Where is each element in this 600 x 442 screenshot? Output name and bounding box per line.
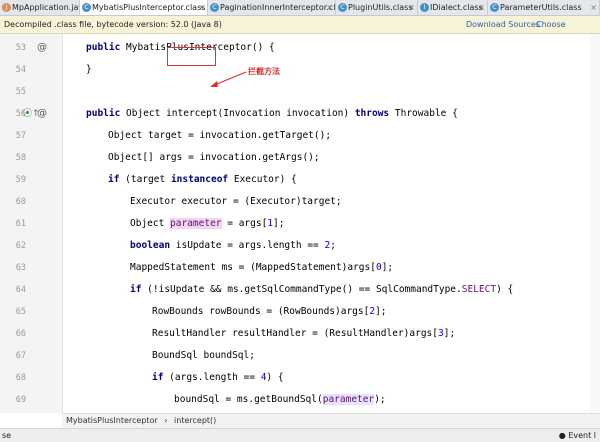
status-left-text: se [2,431,12,440]
intercept-annotation-label: 拦截方法 [248,67,280,76]
event-log-label: Event l [568,431,596,440]
status-bar: se ● Event l [0,428,600,442]
breadcrumb-method[interactable]: intercept() [174,416,216,425]
event-log-icon: ● [558,431,566,440]
breadcrumb-class[interactable]: MybatisPlusInterceptor [66,416,158,425]
annotation-arrow-icon [210,71,247,87]
event-log-button[interactable]: ● Event l [559,429,596,442]
breadcrumb-separator-icon: › [164,416,168,425]
breadcrumb: MybatisPlusInterceptor › intercept() [62,413,600,428]
vertical-scrollbar[interactable] [590,34,600,413]
